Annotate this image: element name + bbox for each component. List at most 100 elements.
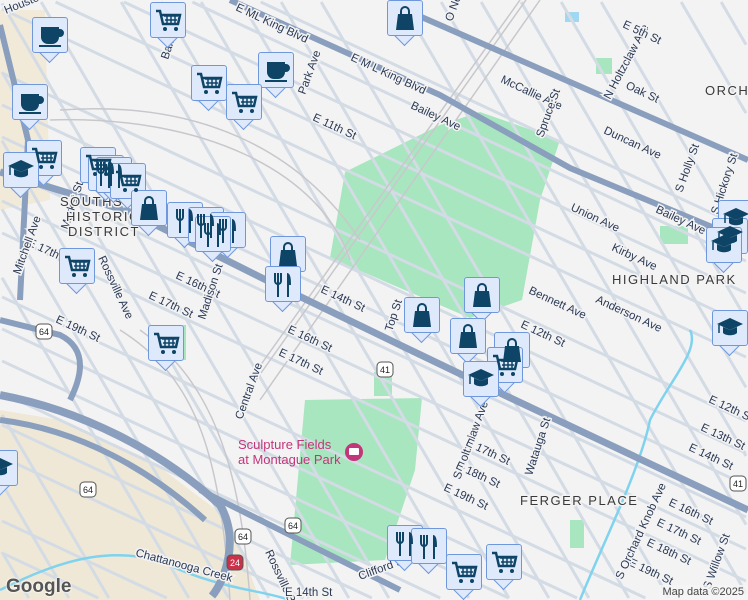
map-marker-cart[interactable]	[226, 84, 262, 131]
map-marker-cup[interactable]	[32, 17, 68, 64]
street-label: E 11th St	[311, 112, 359, 143]
neighborhood-label: FERGER PLACE	[520, 493, 638, 508]
poi-sculpture-fields-line2[interactable]: at Montague Park	[238, 452, 341, 467]
bag-icon	[279, 242, 297, 266]
route-shield: 64	[79, 481, 97, 498]
route-shield-number: 64	[238, 532, 248, 542]
cart-icon	[116, 170, 142, 192]
route-shield-number: 64	[39, 327, 49, 337]
marker-box	[463, 361, 499, 397]
map-attribution[interactable]: Map data ©2025	[658, 585, 748, 600]
marker-box	[59, 248, 95, 284]
marker-box	[450, 318, 486, 354]
route-shield: 24	[226, 554, 244, 571]
marker-box	[150, 2, 186, 38]
map-marker-cart[interactable]	[59, 248, 95, 295]
marker-box	[265, 266, 301, 302]
marker-box	[148, 325, 184, 361]
street-label: E 14th St	[285, 587, 333, 599]
marker-box	[464, 277, 500, 313]
grad-icon	[0, 458, 13, 476]
map-marker-cart[interactable]	[486, 544, 522, 591]
route-shield-number: 41	[733, 479, 743, 489]
marker-box	[486, 544, 522, 580]
marker-box	[270, 236, 306, 272]
minor-street	[719, 1, 748, 46]
map-marker-cutlery[interactable]	[265, 266, 301, 313]
street-label: Kirby Ave	[610, 242, 659, 273]
street-label: Union Ave	[569, 202, 621, 235]
cart-icon	[197, 72, 223, 94]
street-label: Park Ave	[297, 49, 324, 96]
marker-box	[0, 450, 18, 486]
neighborhood-label: HISTORIC	[66, 209, 140, 224]
map-marker-bag[interactable]	[404, 297, 440, 344]
marker-box	[712, 310, 748, 346]
grad-icon	[8, 160, 34, 178]
marker-box	[3, 152, 39, 188]
marker-box	[191, 65, 227, 101]
cart-icon	[452, 561, 478, 583]
route-shield: 64	[284, 517, 302, 534]
cup-icon	[265, 62, 290, 82]
map-marker-bag[interactable]	[131, 190, 167, 237]
cart-icon	[65, 255, 91, 277]
marker-box	[258, 52, 294, 88]
cart-icon	[492, 551, 518, 573]
cart-icon	[154, 332, 180, 354]
map-marker-cart[interactable]	[446, 554, 482, 600]
map-marker-grad[interactable]	[0, 450, 18, 497]
map-marker-cart[interactable]	[148, 325, 184, 372]
neighborhood-label: HIGHLAND PARK	[612, 272, 737, 287]
google-logo: Google	[6, 576, 72, 597]
map-marker-cart[interactable]	[191, 65, 227, 112]
street-label: E 19th St	[627, 557, 676, 588]
route-shield-number: 41	[380, 365, 390, 375]
marker-box	[131, 190, 167, 226]
marker-box	[32, 17, 68, 53]
marker-box	[706, 227, 742, 263]
cutlery-icon	[204, 223, 221, 247]
map-marker-cup[interactable]	[258, 52, 294, 99]
bag-icon	[459, 324, 477, 348]
grad-icon	[468, 369, 494, 387]
map-marker-bag[interactable]	[450, 318, 486, 365]
route-shield-number: 64	[83, 485, 93, 495]
street-label: Oak St	[624, 80, 662, 106]
map-marker-cart[interactable]	[150, 2, 186, 49]
street-label: O Neal St	[444, 0, 473, 23]
bag-icon	[140, 196, 158, 220]
map-marker-cutlery[interactable]	[195, 216, 231, 263]
street-label: Top St	[383, 297, 405, 332]
camera-icon-body	[349, 448, 359, 455]
cart-icon	[232, 91, 258, 113]
route-shield: 41	[729, 475, 747, 492]
marker-box	[12, 84, 48, 120]
cart-icon	[493, 354, 519, 376]
map-marker-cup[interactable]	[12, 84, 48, 131]
map-marker-grad[interactable]	[712, 310, 748, 357]
cup-icon	[19, 94, 44, 114]
bag-icon	[473, 283, 491, 307]
map-marker-grad[interactable]	[3, 152, 39, 199]
marker-box	[411, 528, 447, 564]
neighborhood-label: ORCHARD	[705, 83, 748, 98]
route-shield: 41	[376, 361, 394, 378]
bag-icon	[396, 6, 414, 30]
grad-icon	[711, 235, 737, 253]
map-marker-bag[interactable]	[464, 277, 500, 324]
map-canvas[interactable]: Houston StE ML King BlvdBaldwin StPark A…	[0, 0, 748, 600]
marker-box	[195, 216, 231, 252]
route-shield: 64	[234, 528, 252, 545]
map-marker-cutlery[interactable]	[411, 528, 447, 575]
map-marker-grad[interactable]	[463, 361, 499, 408]
neighborhood-label: DISTRICT	[68, 224, 140, 239]
marker-box	[387, 0, 423, 36]
map-marker-grad[interactable]	[706, 227, 742, 274]
small-park	[570, 520, 584, 548]
cutlery-icon	[420, 535, 437, 559]
poi-sculpture-fields-line1[interactable]: Sculpture Fields	[238, 437, 332, 452]
map-marker-bag[interactable]	[387, 0, 423, 47]
street-label: E 12th St	[707, 394, 748, 425]
route-shield-number: 64	[288, 521, 298, 531]
